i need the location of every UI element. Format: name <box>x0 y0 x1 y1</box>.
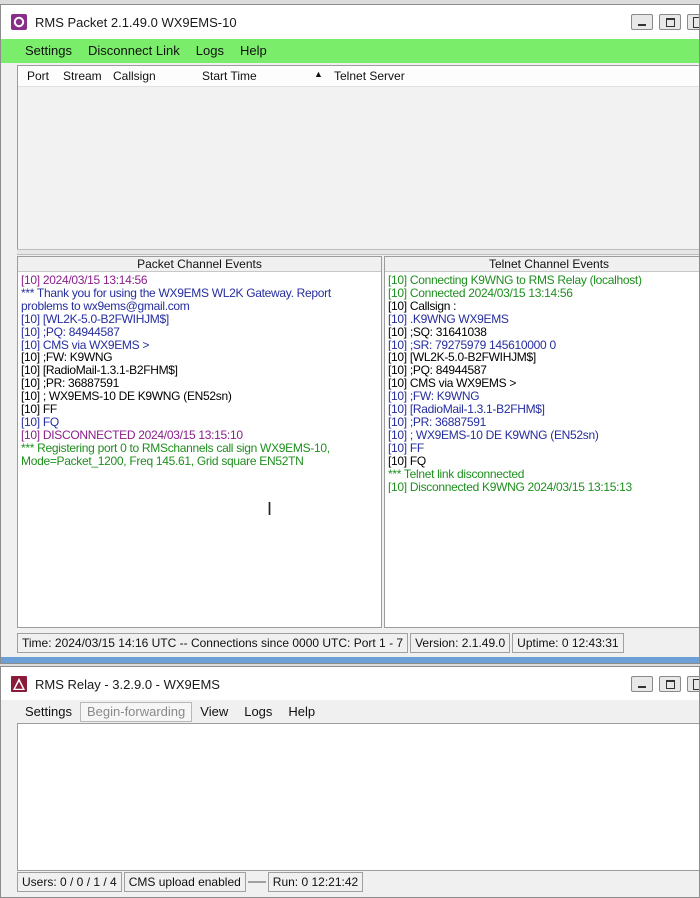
connections-list-header: Port Stream Callsign Start Time ▲ Telnet… <box>18 66 699 87</box>
menu-view[interactable]: View <box>192 702 236 722</box>
log-line: [10] ;PQ: 84944587 <box>21 325 120 339</box>
packet-channel-events-header: Packet Channel Events <box>18 257 381 272</box>
log-line: Mode=Packet_1200, Freq 145.61, Grid squa… <box>21 454 304 468</box>
log-line: [10] CMS via WX9EMS > <box>21 338 150 352</box>
packet-menubar: Settings Disconnect Link Logs Help <box>1 39 699 63</box>
column-start-time[interactable]: Start Time <box>202 69 257 83</box>
log-line: [10] ; WX9EMS-10 DE K9WNG (EN52sn) <box>388 428 599 442</box>
log-line: *** Thank you for using the WX9EMS WL2K … <box>21 286 331 300</box>
menu-help[interactable]: Help <box>280 702 323 722</box>
menu-begin-forwarding[interactable]: Begin-forwarding <box>79 702 193 722</box>
window-title: RMS Relay - 3.2.9.0 - WX9EMS <box>35 677 220 692</box>
log-line: [10] Connecting K9WNG to RMS Relay (loca… <box>388 274 642 287</box>
log-line: [10] FF <box>388 441 424 455</box>
rms-packet-titlebar[interactable]: RMS Packet 2.1.49.0 WX9EMS-10 <box>1 5 699 39</box>
packet-channel-events-pane[interactable]: Packet Channel Events [10] 2024/03/15 13… <box>17 256 382 628</box>
status-time: Time: 2024/03/15 14:16 UTC -- Connection… <box>17 633 409 653</box>
log-line: [10] Connected 2024/03/15 13:14:56 <box>388 286 573 300</box>
telnet-channel-events-pane[interactable]: Telnet Channel Events [10] Connecting K9… <box>384 256 699 628</box>
maximize-button[interactable] <box>659 676 681 692</box>
log-line: [10] ;SQ: 31641038 <box>388 325 487 339</box>
minimize-button[interactable] <box>631 676 653 692</box>
log-line: [10] ;FW: K9WNG <box>21 351 113 365</box>
log-line: [10] ;SR: 79275979 145610000 0 <box>388 338 556 352</box>
telnet-events-log[interactable]: [10] Connecting K9WNG to RMS Relay (loca… <box>385 272 699 494</box>
relay-log-area[interactable] <box>17 723 699 871</box>
log-line: [10] [WL2K-5.0-B2FWIHJM$] <box>21 312 169 326</box>
log-line: [10] ; WX9EMS-10 DE K9WNG (EN52sn) <box>21 390 232 404</box>
status-empty-cell <box>247 881 266 883</box>
relay-menubar: Settings Begin-forwarding View Logs Help <box>1 700 699 724</box>
minimize-button[interactable] <box>631 14 653 30</box>
packet-statusbar: Time: 2024/03/15 14:16 UTC -- Connection… <box>17 632 699 654</box>
log-line: [10] ;PR: 36887591 <box>21 377 120 391</box>
log-line: [10] ;FW: K9WNG <box>388 390 480 404</box>
menu-disconnect-link[interactable]: Disconnect Link <box>80 41 188 61</box>
log-line: [10] [RadioMail-1.3.1-B2FHM$] <box>21 364 178 378</box>
log-line: [10] Callsign : <box>388 299 457 313</box>
close-button[interactable] <box>687 676 699 692</box>
connections-list[interactable]: Port Stream Callsign Start Time ▲ Telnet… <box>17 65 699 250</box>
log-line: [10] FF <box>21 403 57 416</box>
log-line: [10] DISCONNECTED 2024/03/15 13:15:10 <box>21 428 243 442</box>
log-line: [10] [WL2K-5.0-B2FWIHJM$] <box>388 351 536 365</box>
rms-relay-titlebar[interactable]: RMS Relay - 3.2.9.0 - WX9EMS <box>1 667 699 701</box>
rms-relay-window: RMS Relay - 3.2.9.0 - WX9EMS Settings Be… <box>0 666 700 898</box>
status-uptime: Uptime: 0 12:43:31 <box>512 633 624 653</box>
rms-packet-window: RMS Packet 2.1.49.0 WX9EMS-10 Settings D… <box>0 4 700 664</box>
status-version: Version: 2.1.49.0 <box>410 633 511 653</box>
window-border <box>1 657 699 663</box>
log-line: [10] CMS via WX9EMS > <box>388 377 517 391</box>
log-line: [10] 2024/03/15 13:14:56 <box>21 274 148 287</box>
sort-ascending-icon: ▲ <box>314 69 323 79</box>
status-run: Run: 0 12:21:42 <box>267 872 364 892</box>
log-line: *** Registering port 0 to RMSchannels ca… <box>21 441 330 455</box>
column-callsign[interactable]: Callsign <box>113 69 156 83</box>
window-title: RMS Packet 2.1.49.0 WX9EMS-10 <box>35 15 237 30</box>
log-line: [10] ;PR: 36887591 <box>388 415 487 429</box>
close-button[interactable] <box>687 14 699 30</box>
status-cms-upload: CMS upload enabled <box>123 872 246 892</box>
column-telnet-server[interactable]: Telnet Server <box>334 69 405 83</box>
maximize-button[interactable] <box>659 14 681 30</box>
log-line: *** Telnet link disconnected <box>388 467 525 481</box>
log-line: [10] FQ <box>388 454 426 468</box>
log-line: [10] FQ <box>21 415 59 429</box>
rms-packet-app-icon <box>11 14 27 30</box>
menu-help[interactable]: Help <box>232 41 275 61</box>
log-line: problems to wx9ems@gmail.com <box>21 299 190 313</box>
menu-settings[interactable]: Settings <box>17 702 80 722</box>
menu-logs[interactable]: Logs <box>236 702 280 722</box>
log-line: [10] [RadioMail-1.3.1-B2FHM$] <box>388 403 545 416</box>
text-cursor-icon: I <box>267 499 273 519</box>
rms-relay-app-icon <box>11 676 27 692</box>
packet-events-log[interactable]: [10] 2024/03/15 13:14:56 *** Thank you fo… <box>18 272 381 468</box>
column-port[interactable]: Port <box>27 69 49 83</box>
relay-statusbar: Users: 0 / 0 / 1 / 4 CMS upload enabled … <box>17 871 699 893</box>
log-line: [10] Disconnected K9WNG 2024/03/15 13:15… <box>388 480 632 494</box>
menu-logs[interactable]: Logs <box>188 41 232 61</box>
horizontal-splitter[interactable] <box>17 249 699 255</box>
menu-settings[interactable]: Settings <box>17 41 80 61</box>
telnet-channel-events-header: Telnet Channel Events <box>385 257 699 272</box>
column-stream[interactable]: Stream <box>63 69 102 83</box>
status-users: Users: 0 / 0 / 1 / 4 <box>17 872 122 892</box>
log-line: [10] .K9WNG WX9EMS <box>388 312 509 326</box>
log-line: [10] ;PQ: 84944587 <box>388 364 487 378</box>
